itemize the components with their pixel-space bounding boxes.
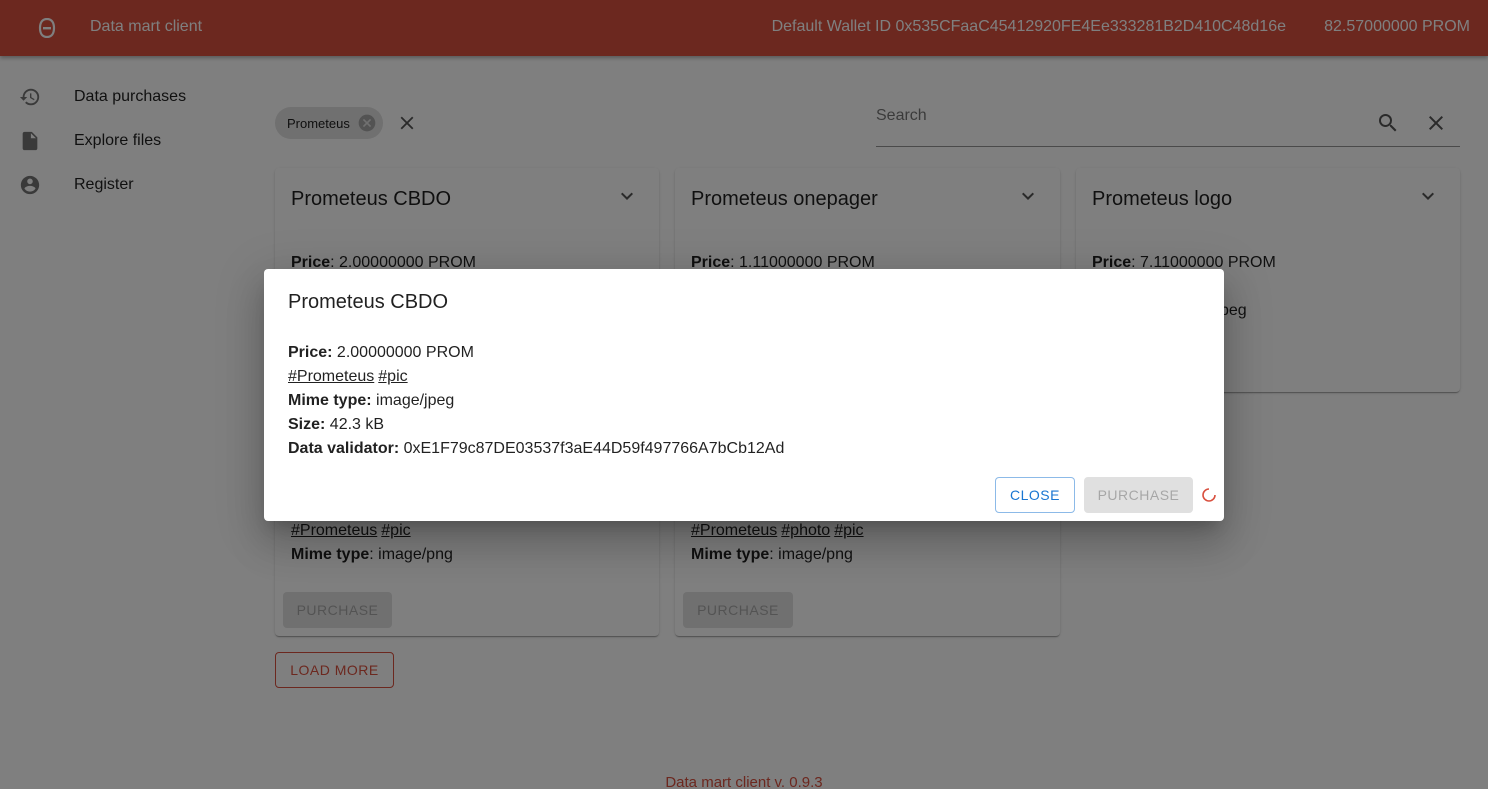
dialog-data-validator: Data validator: 0xE1F79c87DE03537f3aE44D… (288, 440, 785, 457)
purchase-button[interactable]: PURCHASE (1084, 477, 1193, 513)
tag-link[interactable]: #pic (378, 368, 407, 385)
loading-spinner-icon (1202, 488, 1216, 502)
tag-link[interactable]: #Prometeus (288, 368, 374, 385)
dialog-mime-type: Mime type: image/jpeg (288, 392, 455, 409)
dialog-size: Size: 42.3 kB (288, 416, 385, 433)
close-button[interactable]: CLOSE (995, 477, 1075, 513)
dialog-price: Price: 2.00000000 PROM (288, 344, 474, 361)
dialog-title: Prometeus CBDO (288, 291, 449, 313)
dialog-tags: #Prometeus #pic (288, 368, 412, 386)
file-details-dialog: Prometeus CBDO Price: 2.00000000 PROM #P… (264, 269, 1224, 521)
